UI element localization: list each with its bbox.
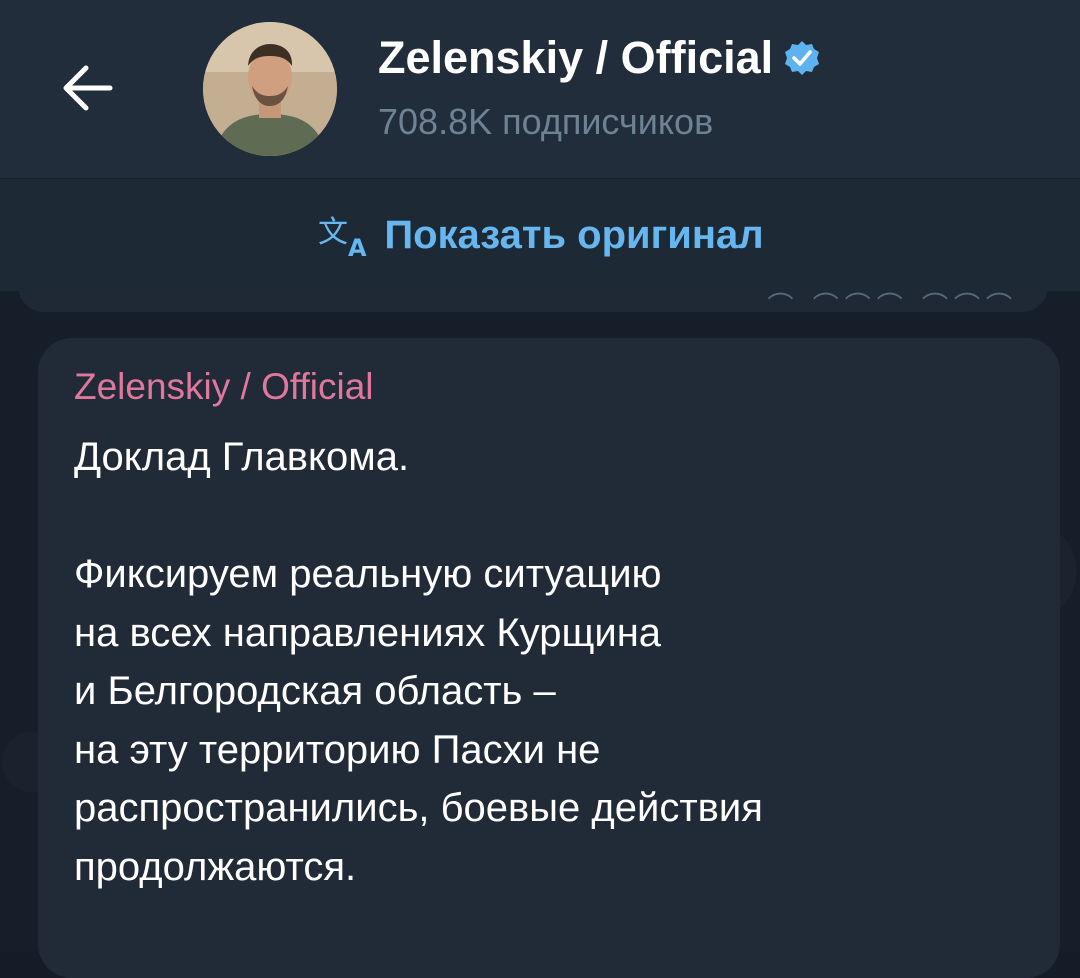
channel-avatar-photo — [203, 22, 337, 156]
previous-message-meta: ⌒ ⌒⌒⌒ ⌒⌒⌒ — [767, 291, 1018, 321]
channel-avatar[interactable] — [203, 22, 337, 156]
message-bubble[interactable]: Zelenskiy / Official Доклад Главкома. Фи… — [38, 338, 1060, 978]
channel-title[interactable]: Zelenskiy / Official — [378, 30, 773, 86]
show-original-bar[interactable]: 文 A Показать оригинал — [0, 178, 1080, 291]
translate-icon: 文 A — [318, 215, 367, 260]
subscriber-count: 708.8K подписчиков — [378, 101, 714, 142]
message-text: Доклад Главкома. Фиксируем реальную ситу… — [74, 435, 763, 889]
chat-header: Zelenskiy / Official 708.8K подписчиков — [0, 0, 1080, 178]
svg-text:文: 文 — [318, 215, 348, 250]
verified-check-icon — [785, 41, 820, 75]
back-button[interactable] — [58, 58, 118, 118]
svg-text:A: A — [348, 234, 367, 260]
arrow-left-icon — [63, 65, 113, 111]
show-original-label[interactable]: Показать оригинал — [384, 210, 763, 260]
forwarded-from-label[interactable]: Zelenskiy / Official — [74, 364, 374, 410]
